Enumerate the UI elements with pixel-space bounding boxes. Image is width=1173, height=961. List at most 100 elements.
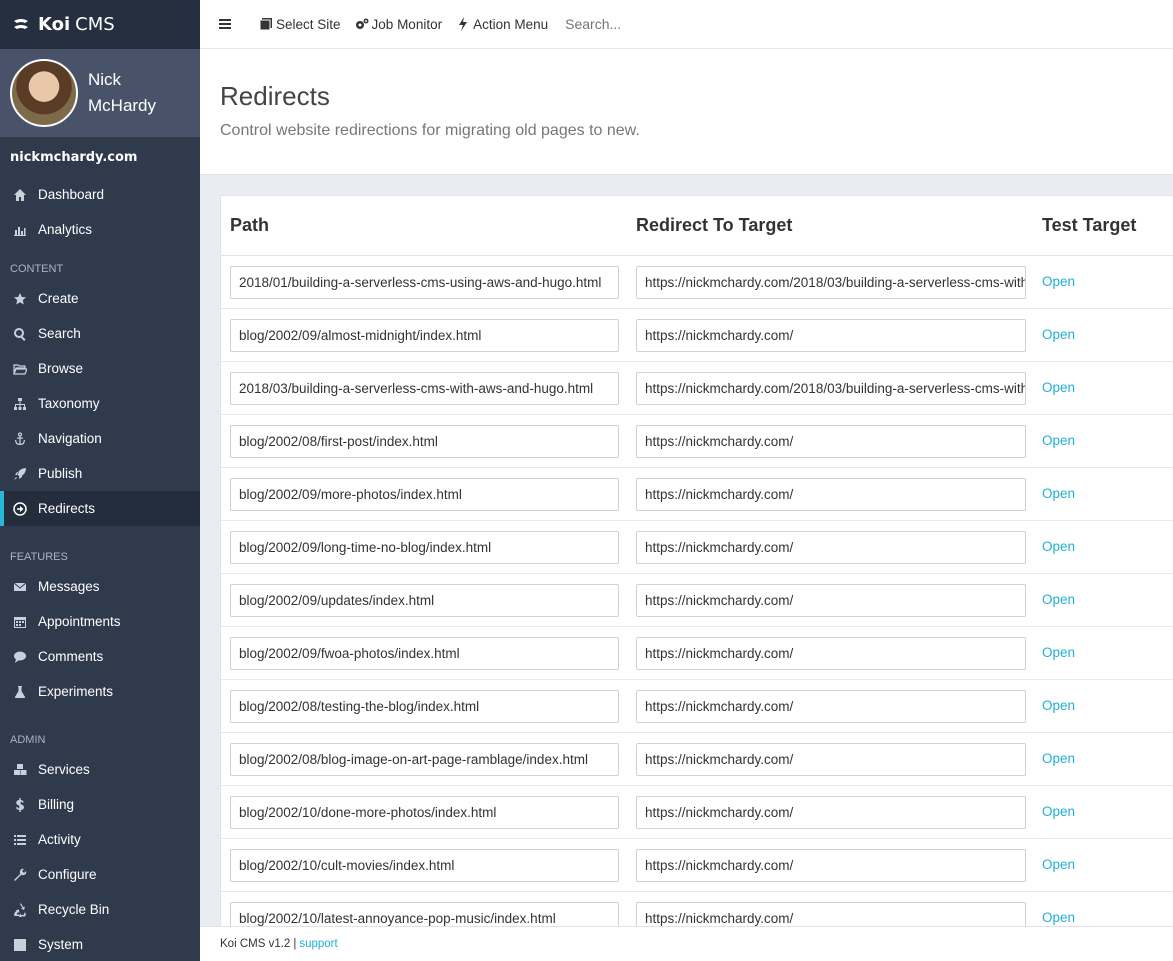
nav-top: Dashboard Analytics <box>0 177 200 247</box>
sidebar-item-taxonomy[interactable]: Taxonomy <box>0 386 200 421</box>
sidebar-item-messages[interactable]: Messages <box>0 569 200 604</box>
redirect-target-input[interactable]: https://nickmchardy.com/ <box>636 319 1026 352</box>
bolt-icon <box>459 17 468 31</box>
table-row: blog/2002/08/testing-the-blog/index.html… <box>221 680 1173 733</box>
open-link[interactable]: Open <box>1042 539 1075 554</box>
open-link[interactable]: Open <box>1042 592 1075 607</box>
sidebar-item-comments[interactable]: Comments <box>0 639 200 674</box>
hamburger-menu-button[interactable] <box>218 17 235 31</box>
calendar-icon <box>12 614 28 630</box>
path-input[interactable]: blog/2002/08/testing-the-blog/index.html <box>230 690 619 723</box>
sidebar-item-label: Browse <box>38 361 84 376</box>
redirect-target-input[interactable]: https://nickmchardy.com/ <box>636 637 1026 670</box>
sidebar-item-browse[interactable]: Browse <box>0 351 200 386</box>
sidebar-item-publish[interactable]: Publish <box>0 456 200 491</box>
sidebar-item-system[interactable]: System <box>0 927 200 961</box>
open-link[interactable]: Open <box>1042 804 1075 819</box>
support-link[interactable]: support <box>299 938 337 950</box>
sidebar-item-create[interactable]: Create <box>0 281 200 316</box>
anchor-icon <box>12 431 28 447</box>
brand-name-bold: Koi <box>38 14 71 35</box>
path-input[interactable]: 2018/01/building-a-serverless-cms-using-… <box>230 266 619 299</box>
action-menu-button[interactable]: Action Menu <box>456 17 548 32</box>
open-link[interactable]: Open <box>1042 751 1075 766</box>
nav-features: Messages Appointments Comments Experiments <box>0 569 200 709</box>
open-link[interactable]: Open <box>1042 645 1075 660</box>
folder-open-icon <box>12 361 28 377</box>
path-input[interactable]: blog/2002/09/fwoa-photos/index.html <box>230 637 619 670</box>
open-link[interactable]: Open <box>1042 910 1075 925</box>
open-link[interactable]: Open <box>1042 857 1075 872</box>
open-link[interactable]: Open <box>1042 380 1075 395</box>
sidebar-item-label: Taxonomy <box>38 396 100 411</box>
brand-name: CMS <box>75 14 115 35</box>
job-monitor-button[interactable]: Job Monitor <box>355 16 443 32</box>
path-input[interactable]: blog/2002/08/blog-image-on-art-page-ramb… <box>230 743 619 776</box>
open-link[interactable]: Open <box>1042 327 1075 342</box>
sitemap-icon <box>12 396 28 412</box>
topbar: Select Site Job Monitor Action Menu <box>200 0 1173 49</box>
user-profile[interactable]: Nick McHardy <box>0 49 200 137</box>
sidebar-item-billing[interactable]: Billing <box>0 787 200 822</box>
sidebar-item-label: Activity <box>38 832 81 847</box>
sidebar-item-configure[interactable]: Configure <box>0 857 200 892</box>
open-link[interactable]: Open <box>1042 486 1075 501</box>
sidebar-item-recycle-bin[interactable]: Recycle Bin <box>0 892 200 927</box>
path-input[interactable]: blog/2002/09/more-photos/index.html <box>230 478 619 511</box>
sidebar-item-redirects[interactable]: Redirects <box>0 491 200 526</box>
redirect-target-input[interactable]: https://nickmchardy.com/2018/03/building… <box>636 372 1026 405</box>
header-test-target: Test Target <box>1042 215 1137 235</box>
redirect-target-input[interactable]: https://nickmchardy.com/ <box>636 584 1026 617</box>
path-input[interactable]: blog/2002/08/first-post/index.html <box>230 425 619 458</box>
sidebar-item-experiments[interactable]: Experiments <box>0 674 200 709</box>
path-input[interactable]: 2018/03/building-a-serverless-cms-with-a… <box>230 372 619 405</box>
cubes-icon <box>12 762 28 778</box>
redirect-target-input[interactable]: https://nickmchardy.com/ <box>636 531 1026 564</box>
select-site-button[interactable]: Select Site <box>259 17 341 32</box>
sidebar-item-label: Recycle Bin <box>38 902 110 917</box>
redirect-target-input[interactable]: https://nickmchardy.com/ <box>636 796 1026 829</box>
avatar <box>10 59 78 127</box>
sidebar-item-label: Analytics <box>38 222 93 237</box>
sidebar-item-search[interactable]: Search <box>0 316 200 351</box>
redirect-target-input[interactable]: https://nickmchardy.com/2018/03/building… <box>636 266 1026 299</box>
table-row: blog/2002/08/blog-image-on-art-page-ramb… <box>221 733 1173 786</box>
sidebar-item-label: Search <box>38 326 81 341</box>
footer: Koi CMS v1.2 | support <box>200 926 1173 961</box>
search-input[interactable] <box>565 16 766 32</box>
table-row: blog/2002/09/long-time-no-blog/index.htm… <box>221 521 1173 574</box>
path-input[interactable]: blog/2002/09/almost-midnight/index.html <box>230 319 619 352</box>
header-path: Path <box>230 215 270 235</box>
open-link[interactable]: Open <box>1042 274 1075 289</box>
redirect-target-input[interactable]: https://nickmchardy.com/ <box>636 849 1026 882</box>
path-input[interactable]: blog/2002/10/cult-movies/index.html <box>230 849 619 882</box>
redirect-target-input[interactable]: https://nickmchardy.com/ <box>636 425 1026 458</box>
sidebar-item-services[interactable]: Services <box>0 752 200 787</box>
redirect-target-input[interactable]: https://nickmchardy.com/ <box>636 690 1026 723</box>
home-icon <box>12 187 28 203</box>
path-input[interactable]: blog/2002/09/long-time-no-blog/index.htm… <box>230 531 619 564</box>
user-first-name: Nick <box>88 70 122 89</box>
path-input[interactable]: blog/2002/10/done-more-photos/index.html <box>230 796 619 829</box>
redirect-target-input[interactable]: https://nickmchardy.com/ <box>636 478 1026 511</box>
select-site-label: Select Site <box>276 16 341 32</box>
sidebar-item-label: System <box>38 937 84 952</box>
footer-separator: | <box>293 938 297 950</box>
koi-logo-icon <box>14 18 28 29</box>
redirect-target-input[interactable]: https://nickmchardy.com/ <box>636 743 1026 776</box>
action-menu-label: Action Menu <box>473 16 549 32</box>
sidebar-item-dashboard[interactable]: Dashboard <box>0 177 200 212</box>
sidebar-item-activity[interactable]: Activity <box>0 822 200 857</box>
sidebar-item-appointments[interactable]: Appointments <box>0 604 200 639</box>
section-features-header: FEATURES <box>10 551 68 563</box>
open-link[interactable]: Open <box>1042 433 1075 448</box>
job-monitor-label: Job Monitor <box>371 16 443 32</box>
path-input[interactable]: blog/2002/09/updates/index.html <box>230 584 619 617</box>
sidebar-item-analytics[interactable]: Analytics <box>0 212 200 247</box>
brand[interactable]: Koi CMS <box>0 0 200 49</box>
sidebar-item-label: Create <box>38 291 79 306</box>
flask-icon <box>12 684 28 700</box>
table-row: blog/2002/09/more-photos/index.html https… <box>221 468 1173 521</box>
sidebar-item-navigation[interactable]: Navigation <box>0 421 200 456</box>
open-link[interactable]: Open <box>1042 698 1075 713</box>
